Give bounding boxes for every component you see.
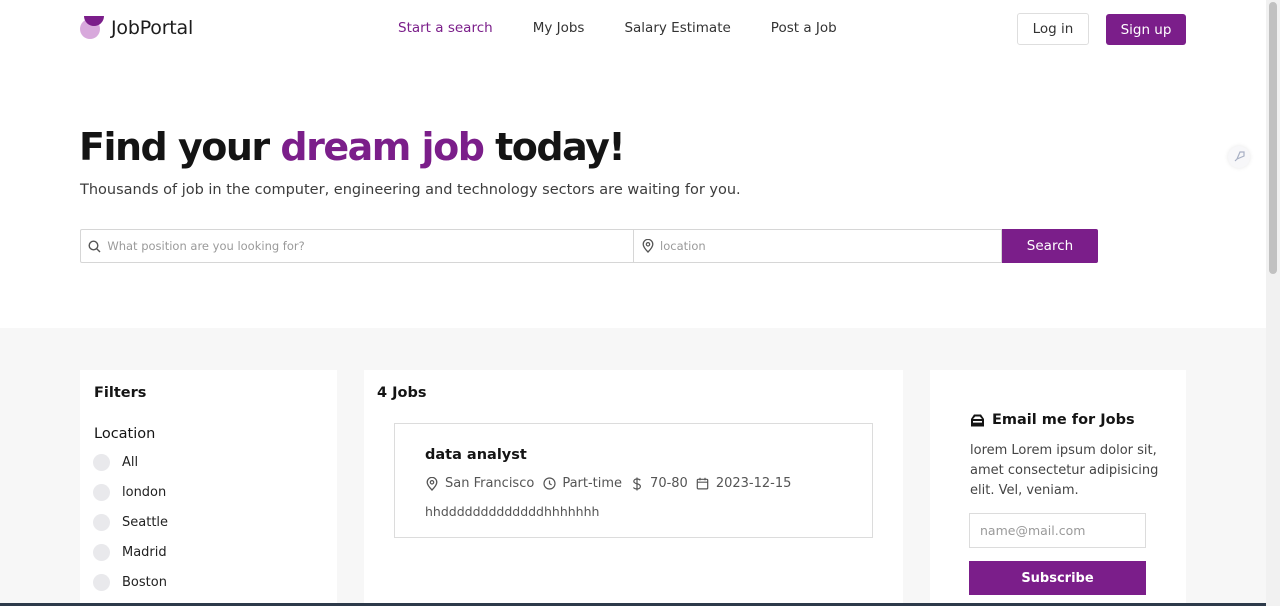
job-type: Part-time (562, 476, 623, 491)
radio-button[interactable] (93, 574, 110, 591)
search-icon (88, 239, 101, 253)
job-location: San Francisco (445, 476, 535, 491)
location-option[interactable]: Madrid (93, 544, 167, 561)
filters-panel: Filters Location All london Seattle Madr… (80, 370, 337, 606)
radio-button[interactable] (93, 454, 110, 471)
position-input[interactable] (107, 239, 633, 253)
hero-title-end: today! (495, 125, 626, 169)
job-salary: 70-80 (650, 476, 688, 491)
nav-my-jobs[interactable]: My Jobs (533, 20, 585, 36)
hero-title-start: Find your (79, 125, 270, 169)
radio-button[interactable] (93, 514, 110, 531)
main-nav: Start a search My Jobs Salary Estimate P… (398, 20, 877, 36)
login-button[interactable]: Log in (1017, 13, 1089, 45)
subscribe-text: lorem Lorem ipsum dolor sit, amet consec… (970, 443, 1159, 498)
job-meta: San Francisco Part-time 70-80 2023-12-15 (425, 476, 799, 491)
location-option-label: Madrid (122, 545, 167, 560)
location-option-label: All (122, 455, 139, 470)
filters-title: Filters (94, 385, 147, 401)
calendar-icon (696, 477, 710, 491)
subscribe-title-text: Email me for Jobs (992, 412, 1135, 428)
scrollbar-thumb[interactable] (1269, 2, 1277, 274)
radio-button[interactable] (93, 544, 110, 561)
results-section: Filters Location All london Seattle Madr… (0, 328, 1266, 606)
search-button[interactable]: Search (1002, 229, 1098, 263)
logo[interactable]: JobPortal (80, 16, 193, 40)
location-option-label: Seattle (122, 515, 169, 530)
clock-icon (542, 477, 556, 491)
dollar-icon (630, 477, 644, 491)
header: JobPortal Start a search My Jobs Salary … (0, 0, 1266, 60)
radio-button[interactable] (93, 484, 110, 501)
job-description: hhdddddddddddddhhhhhhh (425, 504, 600, 519)
search-bar: Search (80, 229, 1098, 263)
subscribe-button[interactable]: Subscribe (969, 561, 1146, 595)
brand-name: JobPortal (111, 17, 194, 39)
location-option[interactable]: All (93, 454, 138, 471)
location-option[interactable]: Seattle (93, 514, 168, 531)
email-field[interactable] (969, 513, 1146, 548)
location-pin-icon (425, 476, 439, 491)
location-option-label: london (122, 485, 167, 500)
nav-post-job[interactable]: Post a Job (771, 20, 837, 36)
rocket-icon[interactable] (1228, 146, 1250, 168)
page-scrollbar[interactable] (1266, 0, 1280, 606)
hero-subtitle: Thousands of job in the computer, engine… (80, 182, 741, 198)
hero-title-accent: dream job (280, 125, 485, 169)
position-field (80, 229, 634, 263)
location-option-label: Boston (122, 575, 167, 590)
hero-title: Find your dream job today! (79, 125, 626, 169)
location-option[interactable]: london (93, 484, 166, 501)
mailbox-icon (970, 412, 986, 428)
signup-button[interactable]: Sign up (1106, 14, 1186, 45)
job-date: 2023-12-15 (715, 476, 792, 491)
job-title[interactable]: data analyst (425, 447, 527, 463)
location-option[interactable]: Boston (93, 574, 167, 591)
location-filter-title: Location (94, 426, 156, 442)
subscribe-title: Email me for Jobs (970, 412, 1135, 428)
location-input[interactable] (660, 239, 1001, 253)
nav-start-search[interactable]: Start a search (398, 20, 493, 36)
jobs-count: 4 Jobs (377, 385, 427, 401)
location-field (634, 229, 1002, 263)
location-pin-icon (641, 239, 654, 253)
nav-salary-estimate[interactable]: Salary Estimate (624, 20, 730, 36)
subscribe-panel: Email me for Jobs lorem Lorem ipsum dolo… (930, 370, 1186, 606)
jobs-panel: 4 Jobs data analyst San Francisco Part-t… (364, 370, 903, 606)
job-card[interactable]: data analyst San Francisco Part-time 70-… (394, 423, 873, 538)
logo-icon (80, 16, 104, 40)
